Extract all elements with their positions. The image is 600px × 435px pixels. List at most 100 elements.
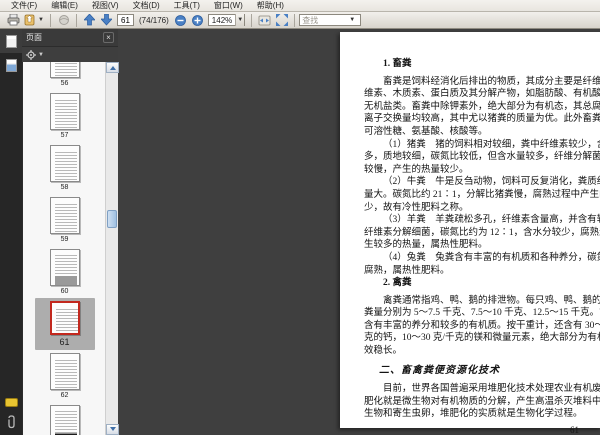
attachments-panel-tab[interactable] <box>6 415 17 429</box>
send-button-disabled <box>55 13 72 28</box>
thumbnail-image[interactable] <box>49 145 80 182</box>
document-text-line: 克的钙，10～30 克/千克的镁和微量元素，绝大部分为有机态，肥 <box>364 333 600 344</box>
document-heading: 1. 畜粪 <box>383 59 412 69</box>
blue-up-arrow-icon <box>84 14 95 26</box>
next-page-button[interactable] <box>98 13 115 28</box>
pages-panel: 页面 × ▼ 56 57 58 59 60 61 62 63 <box>22 29 119 435</box>
document-text-line: 离子交换量均较高，其中尤以猪粪的质量为优。此外畜粪中还含有 <box>364 114 600 125</box>
thumbnail-page-label: 62 <box>60 392 69 399</box>
page-thumbnail-63[interactable]: 63 <box>35 402 95 435</box>
pages-panel-header: 页面 × <box>22 29 118 47</box>
document-text-line: 无机盐类。畜粪中除钾素外，绝大部分为有机态，其总腐殖质和阳 <box>364 101 600 112</box>
document-heading: 二、畜禽粪便资源化技术 <box>379 364 500 376</box>
toolbar: ▼ (74/176) <box>0 12 600 29</box>
zoom-in-button[interactable] <box>189 13 206 28</box>
menu-item[interactable]: 视图(V) <box>85 0 126 12</box>
fit-width-icon <box>258 15 271 25</box>
document-text-line: 禽粪通常指鸡、鸭、鹅的排泄物。每只鸡、鸭、鹅的年平均排 <box>383 295 600 306</box>
options-dropdown-arrow[interactable]: ▼ <box>38 52 44 58</box>
menu-item[interactable]: 窗口(W) <box>207 0 250 12</box>
thumbnail-page-label: 60 <box>60 288 69 295</box>
thumbnail-image[interactable] <box>49 353 80 390</box>
page-thumbnail-62[interactable]: 62 <box>35 350 95 402</box>
separator <box>251 13 253 27</box>
paperclip-icon <box>7 415 15 429</box>
document-text-line: 生物和寄生虫卵，堆肥化的实质就是生物化学过程。 <box>364 409 583 420</box>
comments-icon <box>4 398 18 407</box>
document-text-line: 目前，世界各国普遍采用堆肥化技术处理农业有机废弃物。堆 <box>383 384 600 395</box>
comments-panel-tab[interactable] <box>4 398 18 407</box>
scroll-down-button[interactable] <box>106 424 119 435</box>
up-arrow-icon <box>109 63 116 70</box>
send-disabled-icon <box>58 15 69 25</box>
thumbnail-image[interactable] <box>49 197 80 234</box>
document-text-line: 较慢，产生的热量较少。 <box>364 164 469 175</box>
panel-scrollbar[interactable] <box>105 62 119 435</box>
document-text-line: 畜粪是饲料经消化后排出的物质，其成分主要是纤维素、半纤 <box>383 76 600 87</box>
zoom-in-icon <box>191 14 203 26</box>
document-text-line: 维素、木质素、蛋白质及其分解产物，如脂肪酸、有机酸以及某些 <box>364 89 600 100</box>
page-thumbnail-59[interactable]: 59 <box>35 194 95 246</box>
find-input[interactable] <box>300 15 349 25</box>
thumbnail-page-label: 58 <box>60 184 69 191</box>
thumbnail-page-label: 56 <box>60 80 69 87</box>
thumbnail-image[interactable] <box>49 405 80 435</box>
menu-item[interactable]: 帮助(H) <box>250 0 291 12</box>
thumbnail-image[interactable] <box>49 249 80 286</box>
separator <box>50 13 51 27</box>
pdf-viewer-window: 文件(F) 编辑(E) 视图(V) 文档(D) 工具(T) 窗口(W) 帮助(H) ▼ <box>0 0 600 435</box>
thumbnail-image[interactable] <box>49 301 80 335</box>
page-thumbnail-58[interactable]: 58 <box>35 142 95 194</box>
document-heading: 2. 禽粪 <box>383 278 412 289</box>
document-text-line: （3）羊粪 羊粪疏松多孔，纤维素含量高，并含有较多的高温 <box>383 215 600 226</box>
panel-options-bar[interactable]: ▼ <box>22 47 118 62</box>
pages-panel-tab[interactable] <box>0 29 22 53</box>
document-text-line: 粪量分别为 5～7.5 千克、7.5～10 千克、12.5～15 千克。禽粪中 <box>364 308 600 319</box>
document-text-line: 量大。碳氮比约 21∶1，分解比猪粪慢，腐熟过程中产生的热量 <box>364 189 600 200</box>
thumbnail-image[interactable] <box>49 93 80 130</box>
document-text-line: 肥化就是微生物对有机物质的分解，产生高温杀灭堆料中的病原微 <box>364 396 600 407</box>
scrollbar-thumb[interactable] <box>107 210 117 228</box>
page-thumbnail-57[interactable]: 57 <box>35 90 95 142</box>
document-text-line: 效稳长。 <box>364 346 403 357</box>
page-thumbnail-56[interactable]: 56 <box>35 62 95 90</box>
page-number-input[interactable] <box>117 14 134 26</box>
document-area[interactable]: 1. 畜粪畜粪是饲料经消化后排出的物质，其成分主要是纤维素、半纤维素、木质素、蛋… <box>118 29 600 435</box>
menu-bar: 文件(F) 编辑(E) 视图(V) 文档(D) 工具(T) 窗口(W) 帮助(H) <box>0 0 600 12</box>
bookmarks-panel-tab[interactable] <box>0 53 22 77</box>
thumbnails-container: 56 57 58 59 60 61 62 63 <box>22 62 118 435</box>
thumbnail-page-label: 59 <box>60 236 69 243</box>
fit-width-button[interactable] <box>256 13 273 28</box>
options-gear-icon <box>26 49 36 60</box>
page-number: 61 <box>570 425 579 435</box>
find-box[interactable]: ▼ <box>299 14 362 26</box>
panel-close-button[interactable]: × <box>103 32 114 43</box>
export-dropdown-arrow[interactable]: ▼ <box>38 17 44 23</box>
zoom-out-button[interactable] <box>172 13 189 28</box>
zoom-level-combo[interactable]: 142% ▼ <box>207 14 246 26</box>
pages-panel-title: 页面 <box>26 33 42 42</box>
page-thumbnail-61[interactable]: 61 <box>34 298 95 350</box>
menu-item[interactable]: 工具(T) <box>167 0 207 12</box>
find-dropdown-arrow[interactable]: ▼ <box>349 17 355 23</box>
document-text-line: 纤维素分解细菌，碳氮比约为 12∶1，含水分较少，腐熟过程能产 <box>364 227 600 238</box>
document-text-line: 腐熟，属热性肥料。 <box>364 265 450 276</box>
previous-page-button[interactable] <box>81 13 98 28</box>
bookmarks-icon <box>5 58 17 72</box>
full-screen-button[interactable] <box>273 13 290 28</box>
scroll-up-button[interactable] <box>106 62 119 73</box>
full-screen-icon <box>275 14 288 26</box>
separator <box>294 13 296 27</box>
menu-item[interactable]: 文件(F) <box>4 0 44 12</box>
page-count-label: (74/176) <box>139 15 169 25</box>
zoom-dropdown-arrow[interactable]: ▼ <box>235 14 245 26</box>
menu-item[interactable]: 文档(D) <box>126 0 167 12</box>
printer-icon <box>7 14 20 26</box>
document-page: 1. 畜粪畜粪是饲料经消化后排出的物质，其成分主要是纤维素、半纤维素、木质素、蛋… <box>340 32 600 435</box>
page-thumbnail-60[interactable]: 60 <box>35 246 95 298</box>
thumbnail-image[interactable] <box>49 62 80 78</box>
export-button[interactable]: ▼ <box>22 13 46 28</box>
zoom-level-value: 142% <box>211 15 233 25</box>
print-button[interactable] <box>5 13 22 28</box>
menu-item[interactable]: 编辑(E) <box>44 0 85 12</box>
